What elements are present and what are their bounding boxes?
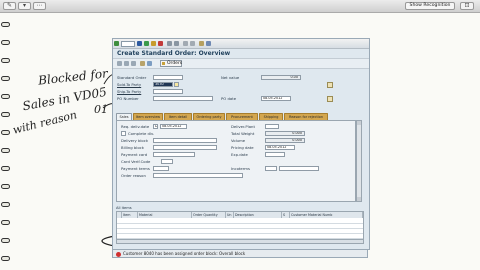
ship-to-field[interactable]: [153, 89, 183, 94]
tab-reason-for-rejection[interactable]: Reason for rejection: [284, 113, 328, 120]
panel-scrollbar[interactable]: [356, 120, 362, 202]
po-date-field[interactable]: 08.05.2012: [261, 96, 291, 101]
net-value-label: Net value: [221, 75, 240, 80]
card-verif-label: Card Verif.Code: [121, 159, 151, 164]
ship-to-label[interactable]: Ship-To Party: [117, 89, 141, 94]
incoterms-label: Incoterms: [231, 166, 250, 171]
save-icon[interactable]: [137, 40, 142, 46]
sap-window: Create Standard Order: Overview Orders S…: [112, 38, 370, 250]
cancel-icon[interactable]: [158, 40, 163, 46]
delivery-block-label: Delivery block: [121, 138, 149, 143]
pricing-date-field[interactable]: 08.05.2012: [265, 145, 295, 150]
application-toolbar: Orders: [113, 58, 369, 69]
billing-block-select[interactable]: [153, 145, 217, 150]
sold-to-label[interactable]: Sold-To Party: [117, 82, 141, 87]
delivery-block-select[interactable]: [153, 138, 217, 143]
date-type-field[interactable]: D: [153, 124, 158, 129]
pricing-date-label: Pricing date: [231, 145, 254, 150]
system-toolbar: [113, 39, 369, 49]
deliver-plant-field[interactable]: [265, 124, 279, 129]
scroll-down-icon[interactable]: [357, 197, 361, 201]
payment-terms-field[interactable]: [153, 166, 169, 171]
order-reason-label: Order reason: [121, 173, 146, 178]
page-icon[interactable]: [190, 40, 195, 46]
items-table: Item Material Order Quantity Un Descript…: [116, 211, 364, 239]
billing-block-label: Billing block: [121, 145, 144, 150]
orders-button-label: Orders: [167, 61, 183, 66]
payment-card-label: Payment card: [121, 152, 148, 157]
tab-item-detail[interactable]: Item detail: [164, 113, 192, 120]
display-icon[interactable]: [131, 61, 136, 66]
status-bar: Customer 8040 has been assigned order bl…: [112, 249, 368, 258]
volume-field: 0.000: [265, 138, 305, 143]
req-deliv-date-label: Req. deliv.date: [121, 124, 150, 129]
po-number-label: PO Number: [117, 96, 139, 101]
exp-date-label: Exp.date: [231, 152, 248, 157]
scroll-up-icon[interactable]: [357, 121, 361, 125]
net-value-field: 0.00: [261, 75, 301, 80]
tab-item-overview[interactable]: Item overview: [133, 113, 163, 120]
page-title: Create Standard Order: Overview: [117, 50, 231, 57]
error-icon: [116, 251, 121, 257]
tab-strip: Sales Item overview Item detail Ordering…: [116, 113, 364, 120]
deliver-plant-label: Deliver.Plant: [231, 124, 255, 129]
sales-tab-panel: Req. deliv.date D 08.05.2012 Complete dl…: [116, 120, 356, 202]
exp-date-field[interactable]: [265, 152, 285, 157]
sold-to-field[interactable]: 3030: [153, 82, 173, 87]
back-icon[interactable]: [144, 40, 149, 46]
partner-icon[interactable]: [327, 82, 333, 88]
payment-card-field[interactable]: [153, 152, 195, 157]
total-weight-field: 0.000: [265, 131, 305, 136]
incoterms-field[interactable]: [265, 166, 277, 171]
command-field[interactable]: [121, 40, 135, 47]
tab-ordering-party[interactable]: Ordering party: [193, 113, 225, 120]
po-number-field[interactable]: [153, 96, 213, 101]
items-icon[interactable]: [147, 61, 152, 66]
order-reason-select[interactable]: [153, 173, 243, 178]
card-verif-field[interactable]: [161, 159, 173, 164]
standard-order-field[interactable]: [153, 75, 183, 80]
enter-icon[interactable]: [114, 40, 119, 46]
session-icon[interactable]: [199, 40, 204, 46]
print-icon[interactable]: [167, 40, 172, 46]
document-icon[interactable]: [327, 96, 333, 102]
orders-button[interactable]: Orders: [160, 60, 182, 67]
page-icon[interactable]: [183, 40, 188, 46]
sold-to-f4-help[interactable]: [174, 82, 179, 87]
create-icon[interactable]: [117, 61, 122, 66]
req-deliv-date-field[interactable]: 08.05.2012: [160, 124, 187, 129]
payment-terms-label: Payment terms: [121, 166, 150, 171]
complete-dlv-label: Complete dlv.: [128, 131, 155, 136]
status-message: Customer 8040 has been assigned order bl…: [123, 251, 246, 256]
total-weight-label: Total Weight: [231, 131, 255, 136]
tab-procurement[interactable]: Procurement: [226, 113, 258, 120]
tab-sales[interactable]: Sales: [116, 113, 132, 120]
help-icon[interactable]: [206, 40, 211, 46]
po-date-label: PO date: [221, 96, 237, 101]
exit-icon[interactable]: [151, 40, 156, 46]
change-icon[interactable]: [124, 61, 129, 66]
table-horizontal-scrollbar[interactable]: [116, 239, 364, 244]
incoterms-location-field[interactable]: [279, 166, 319, 171]
standard-order-label: Standard Order: [117, 75, 147, 80]
find-icon[interactable]: [174, 40, 179, 46]
volume-label: Volume: [231, 138, 246, 143]
orders-icon: [162, 62, 165, 65]
complete-dlv-checkbox[interactable]: [121, 131, 126, 136]
header-icon[interactable]: [140, 61, 145, 66]
tab-shipping[interactable]: Shipping: [259, 113, 283, 120]
